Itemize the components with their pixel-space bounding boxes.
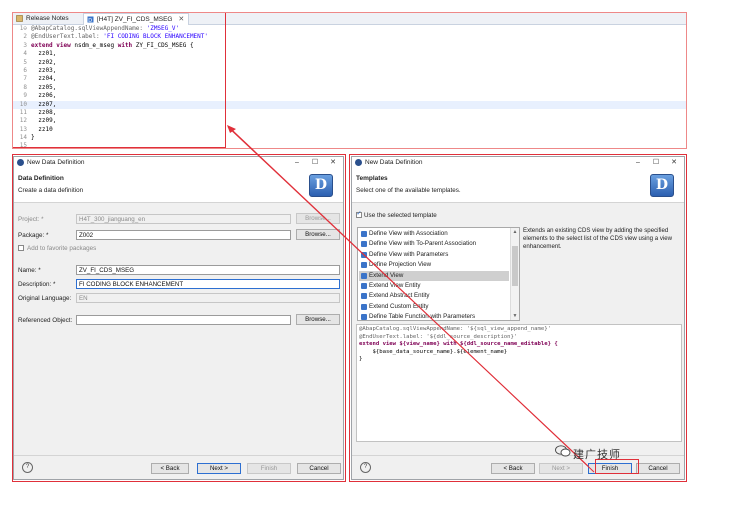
arrow-head: [227, 125, 236, 133]
watermark: 建广技师: [573, 449, 621, 461]
annotation-arrows: [227, 125, 595, 473]
arrow-finish-to-editor-2: [231, 129, 595, 473]
wechat-icon: [555, 445, 571, 457]
